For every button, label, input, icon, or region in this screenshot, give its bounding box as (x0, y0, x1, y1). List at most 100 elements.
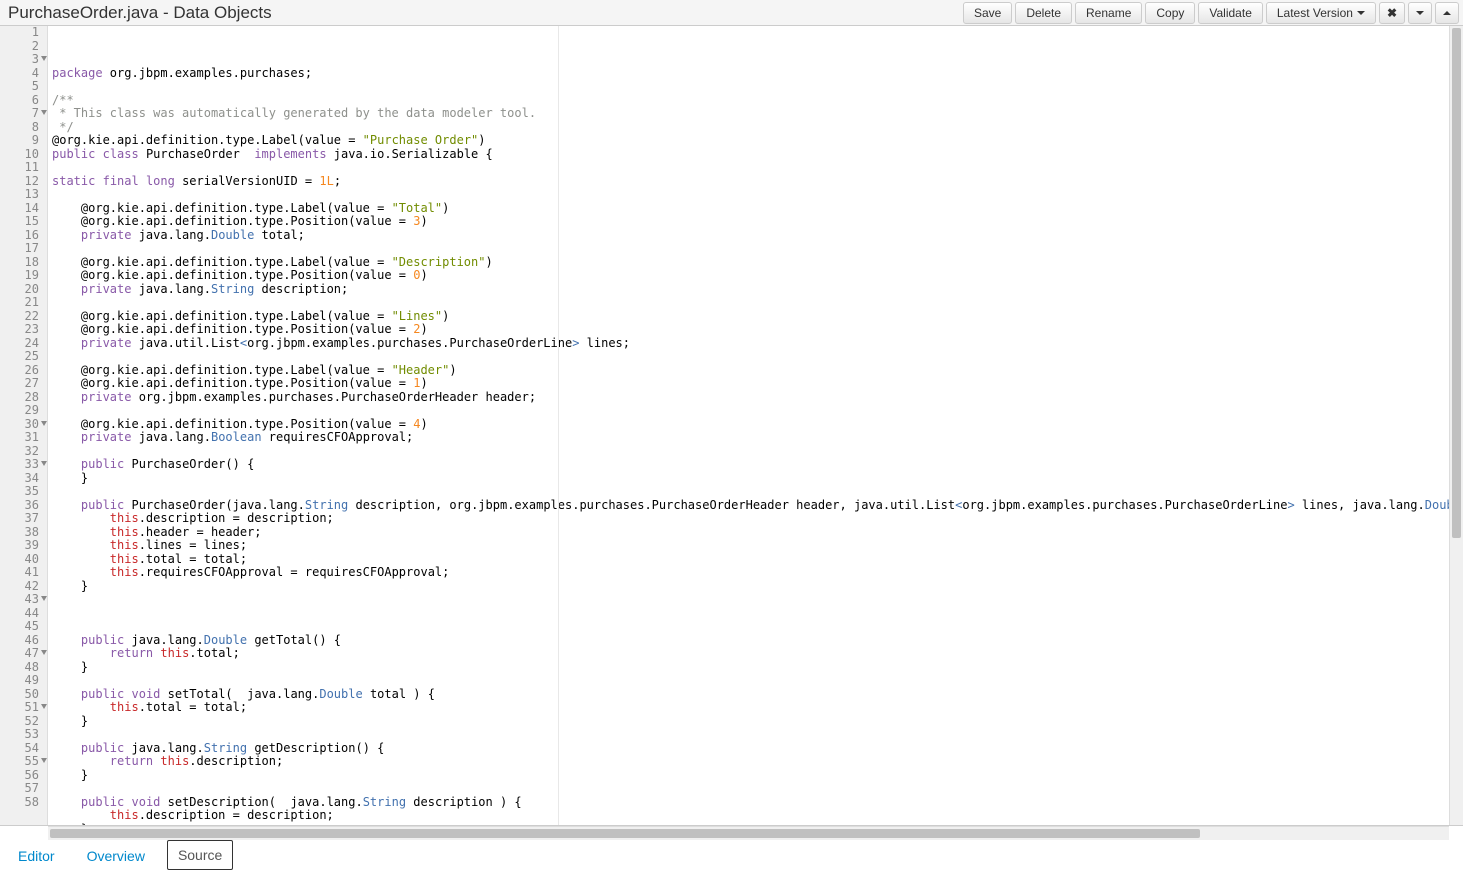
code-line[interactable]: @org.kie.api.definition.type.Label(value… (52, 202, 1449, 216)
validate-button[interactable]: Validate (1198, 2, 1262, 24)
code-line[interactable] (52, 607, 1449, 621)
code-line[interactable]: return this.total; (52, 647, 1449, 661)
fold-icon[interactable] (41, 461, 47, 466)
fold-icon[interactable] (41, 758, 47, 763)
code-line[interactable]: } (52, 661, 1449, 675)
line-number: 56 (0, 769, 47, 783)
code-line[interactable]: @org.kie.api.definition.type.Position(va… (52, 323, 1449, 337)
version-dropdown[interactable]: Latest Version (1266, 2, 1376, 24)
code-line[interactable]: this.header = header; (52, 526, 1449, 540)
code-line[interactable] (52, 188, 1449, 202)
code-line[interactable]: @org.kie.api.definition.type.Label(value… (52, 364, 1449, 378)
save-button[interactable]: Save (963, 2, 1012, 24)
version-label: Latest Version (1277, 6, 1353, 20)
fold-icon[interactable] (41, 650, 47, 655)
code-line[interactable]: this.lines = lines; (52, 539, 1449, 553)
vertical-scrollbar-thumb[interactable] (1452, 28, 1461, 538)
code-line[interactable]: public PurchaseOrder(java.lang.String de… (52, 499, 1449, 513)
line-number: 23 (0, 323, 47, 337)
fold-icon[interactable] (41, 704, 47, 709)
code-line[interactable]: * This class was automatically generated… (52, 107, 1449, 121)
code-line[interactable]: @org.kie.api.definition.type.Label(value… (52, 134, 1449, 148)
code-line[interactable]: this.total = total; (52, 553, 1449, 567)
code-line[interactable] (52, 593, 1449, 607)
code-line[interactable] (52, 445, 1449, 459)
fold-icon[interactable] (41, 110, 47, 115)
code-line[interactable]: } (52, 472, 1449, 486)
line-number: 58 (0, 796, 47, 810)
copy-button[interactable]: Copy (1145, 2, 1195, 24)
code-editor[interactable]: package org.jbpm.examples.purchases;/** … (48, 26, 1449, 825)
code-line[interactable]: private java.lang.Boolean requiresCFOApp… (52, 431, 1449, 445)
code-line[interactable]: this.total = total; (52, 701, 1449, 715)
code-line[interactable] (52, 296, 1449, 310)
line-number: 19 (0, 269, 47, 283)
code-line[interactable]: @org.kie.api.definition.type.Position(va… (52, 269, 1449, 283)
code-line[interactable]: @org.kie.api.definition.type.Position(va… (52, 377, 1449, 391)
vertical-scrollbar[interactable] (1449, 26, 1463, 825)
code-line[interactable] (52, 620, 1449, 634)
close-button[interactable]: ✖ (1379, 2, 1405, 24)
page-title: PurchaseOrder.java - Data Objects (4, 3, 272, 23)
code-line[interactable]: public java.lang.String getDescription()… (52, 742, 1449, 756)
code-line[interactable]: return this.description; (52, 755, 1449, 769)
code-line[interactable]: } (52, 769, 1449, 783)
line-number: 5 (0, 80, 47, 94)
code-line[interactable]: private java.lang.String description; (52, 283, 1449, 297)
tab-editor[interactable]: Editor (8, 842, 65, 870)
tab-overview[interactable]: Overview (77, 842, 155, 870)
line-number: 15 (0, 215, 47, 229)
code-line[interactable] (52, 80, 1449, 94)
code-line[interactable]: @org.kie.api.definition.type.Position(va… (52, 215, 1449, 229)
code-line[interactable] (52, 404, 1449, 418)
code-line[interactable]: private java.lang.Double total; (52, 229, 1449, 243)
code-line[interactable]: public void setDescription( java.lang.St… (52, 796, 1449, 810)
code-line[interactable]: private org.jbpm.examples.purchases.Purc… (52, 391, 1449, 405)
code-line[interactable]: private java.util.List<org.jbpm.examples… (52, 337, 1449, 351)
code-line[interactable] (52, 728, 1449, 742)
line-number: 2 (0, 40, 47, 54)
line-number: 31 (0, 431, 47, 445)
code-line[interactable] (52, 674, 1449, 688)
fold-icon[interactable] (41, 596, 47, 601)
rename-button[interactable]: Rename (1075, 2, 1142, 24)
dropdown-button[interactable] (1408, 2, 1432, 24)
line-number: 41 (0, 566, 47, 580)
tab-source[interactable]: Source (167, 840, 233, 870)
code-line[interactable] (52, 782, 1449, 796)
line-number: 43 (0, 593, 47, 607)
horizontal-scrollbar[interactable] (48, 826, 1449, 840)
code-line[interactable]: public class PurchaseOrder implements ja… (52, 148, 1449, 162)
code-line[interactable]: @org.kie.api.definition.type.Position(va… (52, 418, 1449, 432)
code-line[interactable]: } (52, 715, 1449, 729)
code-line[interactable]: */ (52, 121, 1449, 135)
code-line[interactable]: public PurchaseOrder() { (52, 458, 1449, 472)
code-line[interactable] (52, 350, 1449, 364)
horizontal-scrollbar-thumb[interactable] (50, 829, 1200, 838)
code-line[interactable] (52, 485, 1449, 499)
delete-button[interactable]: Delete (1015, 2, 1072, 24)
code-line[interactable]: @org.kie.api.definition.type.Label(value… (52, 310, 1449, 324)
close-icon: ✖ (1387, 6, 1397, 20)
code-line[interactable]: /** (52, 94, 1449, 108)
code-line[interactable]: static final long serialVersionUID = 1L; (52, 175, 1449, 189)
line-number: 16 (0, 229, 47, 243)
code-line[interactable]: } (52, 823, 1449, 826)
line-number: 49 (0, 674, 47, 688)
line-number: 32 (0, 445, 47, 459)
collapse-button[interactable] (1435, 2, 1459, 24)
code-line[interactable]: this.description = description; (52, 809, 1449, 823)
code-line[interactable]: package org.jbpm.examples.purchases; (52, 67, 1449, 81)
code-line[interactable]: public java.lang.Double getTotal() { (52, 634, 1449, 648)
code-line[interactable]: this.requiresCFOApproval = requiresCFOAp… (52, 566, 1449, 580)
code-line[interactable] (52, 161, 1449, 175)
code-line[interactable]: public void setTotal( java.lang.Double t… (52, 688, 1449, 702)
code-line[interactable]: } (52, 580, 1449, 594)
fold-icon[interactable] (41, 421, 47, 426)
line-number: 35 (0, 485, 47, 499)
code-line[interactable]: this.description = description; (52, 512, 1449, 526)
fold-icon[interactable] (41, 56, 47, 61)
code-line[interactable] (52, 242, 1449, 256)
line-number: 14 (0, 202, 47, 216)
code-line[interactable]: @org.kie.api.definition.type.Label(value… (52, 256, 1449, 270)
